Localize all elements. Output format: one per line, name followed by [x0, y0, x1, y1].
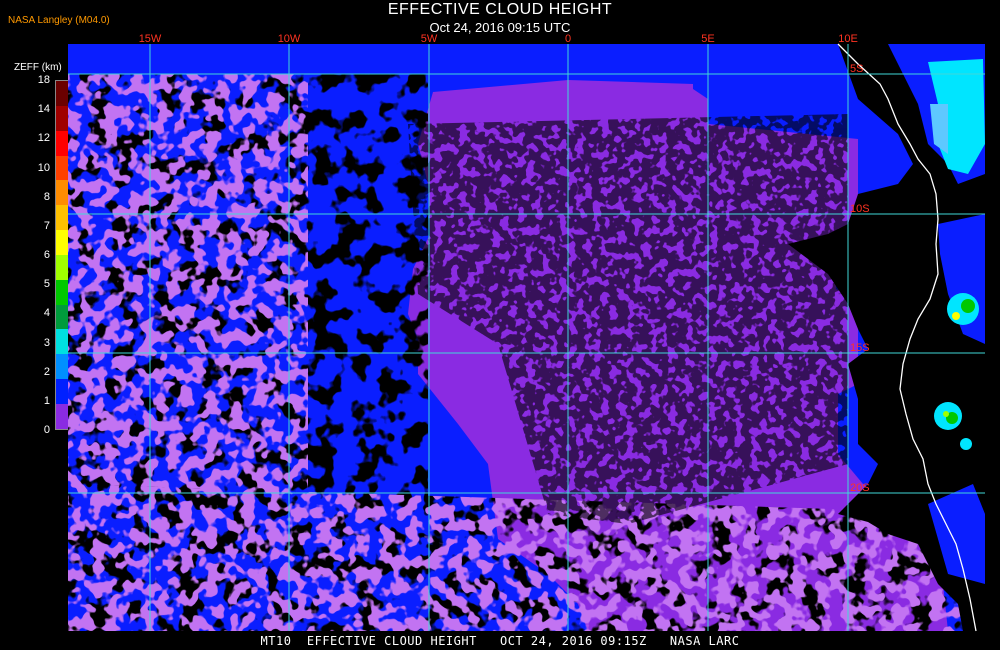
colorbar-tick-label: 0: [43, 424, 50, 436]
lat-label: 20S: [850, 482, 870, 494]
lon-label: 5E: [701, 33, 714, 45]
colorbar-tick-label: 5: [43, 278, 50, 291]
legend-unit-label: ZEFF (km): [14, 62, 62, 73]
colorbar-tick-label: 3: [43, 336, 50, 349]
map-title: EFFECTIVE CLOUD HEIGHT: [387, 1, 613, 18]
lat-label: 5S: [850, 63, 863, 75]
lon-label: 10W: [278, 33, 301, 45]
lon-label: 5W: [421, 33, 438, 45]
lat-label: 10S: [850, 203, 870, 215]
colorbar-tick-label: 8: [43, 190, 50, 203]
colorbar-tick-label: 10: [37, 161, 50, 174]
colorbar-tick-label: 1: [43, 394, 50, 407]
colorbar-tick-label: 7: [43, 219, 50, 232]
lon-label: 15W: [139, 33, 162, 45]
colorbar-tick-label: 14: [37, 103, 50, 116]
footer-caption: MT10 EFFECTIVE CLOUD HEIGHT OCT 24, 2016…: [260, 634, 740, 648]
colorbar-tick-label: 2: [43, 365, 50, 378]
colorbar-tick-label: 4: [43, 307, 50, 320]
colorbar-tick-label: 12: [37, 132, 50, 145]
lon-label: 10E: [838, 33, 858, 45]
colorbar-tick-label: 6: [43, 249, 50, 261]
cloud-height-map: 15W 10W 5W 0 5E 10E 5S 10S 15S 20S: [68, 33, 985, 632]
colorbar-tick-label: 18: [37, 74, 50, 86]
lat-label: 15S: [850, 342, 870, 354]
lon-label: 0: [565, 33, 571, 45]
